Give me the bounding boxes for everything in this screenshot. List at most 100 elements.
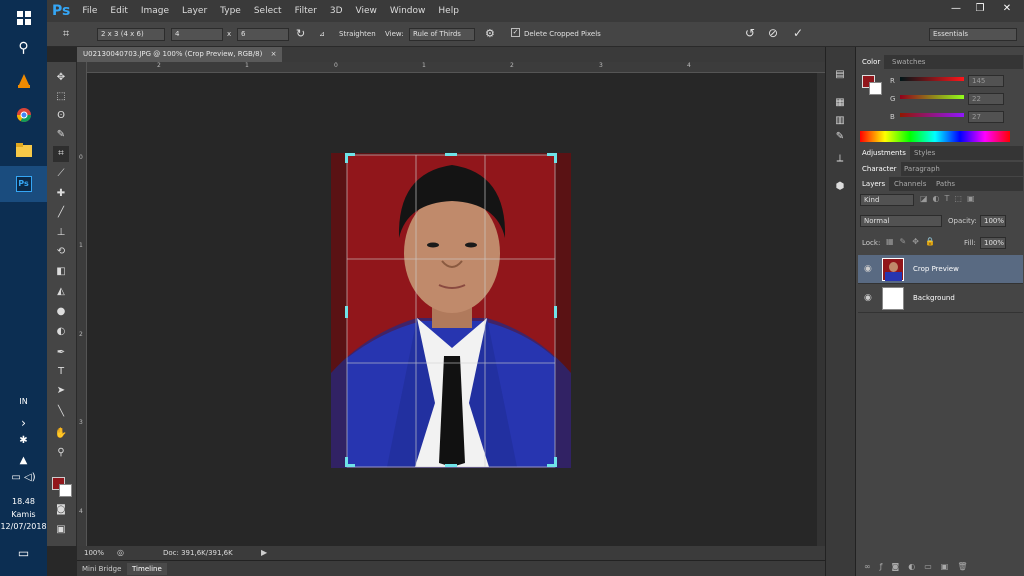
clone-stamp-tool-icon[interactable]: ⊥: [53, 225, 69, 241]
layer-filter-select[interactable]: Kind: [860, 194, 914, 206]
layers-bottom-toolbar-icons[interactable]: ∞ƒ◙◐▭▣🗑: [864, 562, 1019, 574]
marquee-tool-icon[interactable]: ⬚: [53, 89, 69, 105]
layer-name[interactable]: Background: [913, 294, 955, 302]
close-button[interactable]: ✕: [992, 0, 1022, 16]
hand-tool-icon[interactable]: ✋: [53, 426, 69, 442]
bg-color-chip[interactable]: [869, 82, 882, 95]
menu-file[interactable]: File: [82, 6, 97, 16]
pen-tool-icon[interactable]: ✒: [53, 345, 69, 361]
visibility-eye-icon[interactable]: ◉: [864, 264, 872, 274]
background-color-swatch[interactable]: [59, 484, 72, 497]
tab-styles[interactable]: Styles: [910, 146, 939, 160]
delete-cropped-checkbox[interactable]: ✓: [511, 28, 520, 37]
fill-input[interactable]: 100%: [980, 237, 1006, 249]
straighten-label[interactable]: Straighten: [339, 30, 376, 38]
commit-icon[interactable]: ✓: [793, 26, 803, 40]
quick-select-tool-icon[interactable]: ✎: [53, 127, 69, 143]
screen-mode-icon[interactable]: ▣: [53, 522, 69, 538]
zoom-tool-icon[interactable]: ⚲: [53, 445, 69, 461]
tab-mini-bridge[interactable]: Mini Bridge: [77, 563, 126, 575]
lock-icons[interactable]: ▦✎✥🔒: [886, 237, 941, 246]
paint-bucket-tool-icon[interactable]: ◭: [53, 284, 69, 300]
eyedropper-tool-icon[interactable]: ⟋: [53, 166, 69, 182]
action-center-icon[interactable]: ▭: [0, 546, 47, 560]
restore-button[interactable]: ❐: [968, 0, 992, 16]
status-icon[interactable]: ◎: [117, 548, 124, 557]
minimize-button[interactable]: —: [944, 0, 968, 16]
reset-icon[interactable]: ↺: [745, 26, 755, 40]
chrome-icon[interactable]: [0, 97, 47, 133]
crop-preview-image[interactable]: [87, 73, 817, 546]
brush-panel-icon[interactable]: ✎: [832, 129, 848, 145]
dodge-tool-icon[interactable]: ◐: [53, 324, 69, 340]
layer-name[interactable]: Crop Preview: [913, 265, 959, 273]
info-panel-icon[interactable]: ▥: [832, 113, 848, 129]
color-spectrum-bar[interactable]: [860, 131, 1010, 142]
tool-presets-icon[interactable]: ⟂: [832, 151, 848, 167]
vlc-tray-icon[interactable]: ▲: [0, 455, 47, 466]
file-explorer-icon[interactable]: [0, 132, 47, 168]
status-menu-arrow-icon[interactable]: ▶: [261, 548, 267, 557]
visibility-eye-icon[interactable]: ◉: [864, 293, 872, 303]
canvas-area[interactable]: [87, 73, 817, 546]
photoshop-taskbar-icon[interactable]: Ps: [0, 166, 47, 202]
workspace-select[interactable]: Essentials: [929, 28, 1017, 41]
tab-layers[interactable]: Layers: [858, 177, 890, 191]
b-value[interactable]: 27: [968, 111, 1004, 123]
move-tool-icon[interactable]: ✥: [53, 70, 69, 86]
chevron-up-icon[interactable]: ›: [0, 416, 47, 430]
tab-paths[interactable]: Paths: [932, 177, 959, 191]
brush-tool-icon[interactable]: ╱: [53, 205, 69, 221]
crop-tool-preset-icon[interactable]: ⌗: [63, 27, 69, 41]
properties-panel-icon[interactable]: ▦: [832, 95, 848, 111]
swap-icon[interactable]: ↻: [296, 27, 305, 40]
g-slider[interactable]: [900, 95, 964, 99]
gear-icon[interactable]: ⚙: [485, 27, 495, 40]
tab-swatches[interactable]: Swatches: [888, 55, 929, 69]
tab-character[interactable]: Character: [858, 162, 901, 176]
clock-date[interactable]: 12/07/2018: [0, 522, 47, 531]
ratio-preset-select[interactable]: 2 x 3 (4 x 6): [97, 28, 165, 41]
height-input[interactable]: 6: [237, 28, 289, 41]
r-slider[interactable]: [900, 77, 964, 81]
straighten-icon[interactable]: ⊿: [319, 30, 325, 38]
layer-row-crop-preview[interactable]: ◉ Crop Preview: [858, 255, 1023, 284]
menu-select[interactable]: Select: [254, 6, 282, 16]
menu-view[interactable]: View: [356, 6, 377, 16]
document-tab[interactable]: U02130040703.JPG @ 100% (Crop Preview, R…: [77, 47, 283, 62]
menu-layer[interactable]: Layer: [182, 6, 207, 16]
close-tab-icon[interactable]: ×: [271, 50, 277, 58]
lasso-tool-icon[interactable]: ʘ: [53, 108, 69, 124]
type-tool-icon[interactable]: T: [53, 364, 69, 380]
menu-help[interactable]: Help: [438, 6, 459, 16]
line-tool-icon[interactable]: ╲: [53, 404, 69, 420]
menu-type[interactable]: Type: [220, 6, 241, 16]
search-icon[interactable]: ⚲: [0, 30, 47, 66]
vertical-scrollbar[interactable]: [817, 73, 825, 546]
b-slider[interactable]: [900, 113, 964, 117]
3d-panel-icon[interactable]: ⬢: [832, 179, 848, 195]
tab-channels[interactable]: Channels: [890, 177, 930, 191]
tab-paragraph[interactable]: Paragraph: [900, 162, 944, 176]
menu-filter[interactable]: Filter: [295, 6, 317, 16]
menu-image[interactable]: Image: [141, 6, 169, 16]
width-input[interactable]: 4: [171, 28, 223, 41]
g-value[interactable]: 22: [968, 93, 1004, 105]
bluetooth-icon[interactable]: ✱: [0, 435, 47, 446]
view-select[interactable]: Rule of Thirds: [409, 28, 475, 41]
cancel-icon[interactable]: ⊘: [768, 26, 778, 40]
vlc-icon[interactable]: [0, 63, 47, 99]
layer-row-background[interactable]: ◉ Background: [858, 284, 1023, 313]
zoom-level[interactable]: 100%: [84, 549, 104, 557]
menu-3d[interactable]: 3D: [330, 6, 343, 16]
history-panel-icon[interactable]: ▤: [832, 67, 848, 83]
menu-window[interactable]: Window: [390, 6, 426, 16]
quick-mask-icon[interactable]: ◙: [53, 502, 69, 518]
tab-timeline[interactable]: Timeline: [127, 563, 167, 575]
crop-tool-icon[interactable]: ⌗: [53, 146, 69, 162]
tab-color[interactable]: Color: [858, 55, 885, 69]
clock-day[interactable]: Kamis: [0, 510, 47, 519]
healing-tool-icon[interactable]: ✚: [53, 186, 69, 202]
menu-edit[interactable]: Edit: [110, 6, 127, 16]
history-brush-tool-icon[interactable]: ⟲: [53, 244, 69, 260]
